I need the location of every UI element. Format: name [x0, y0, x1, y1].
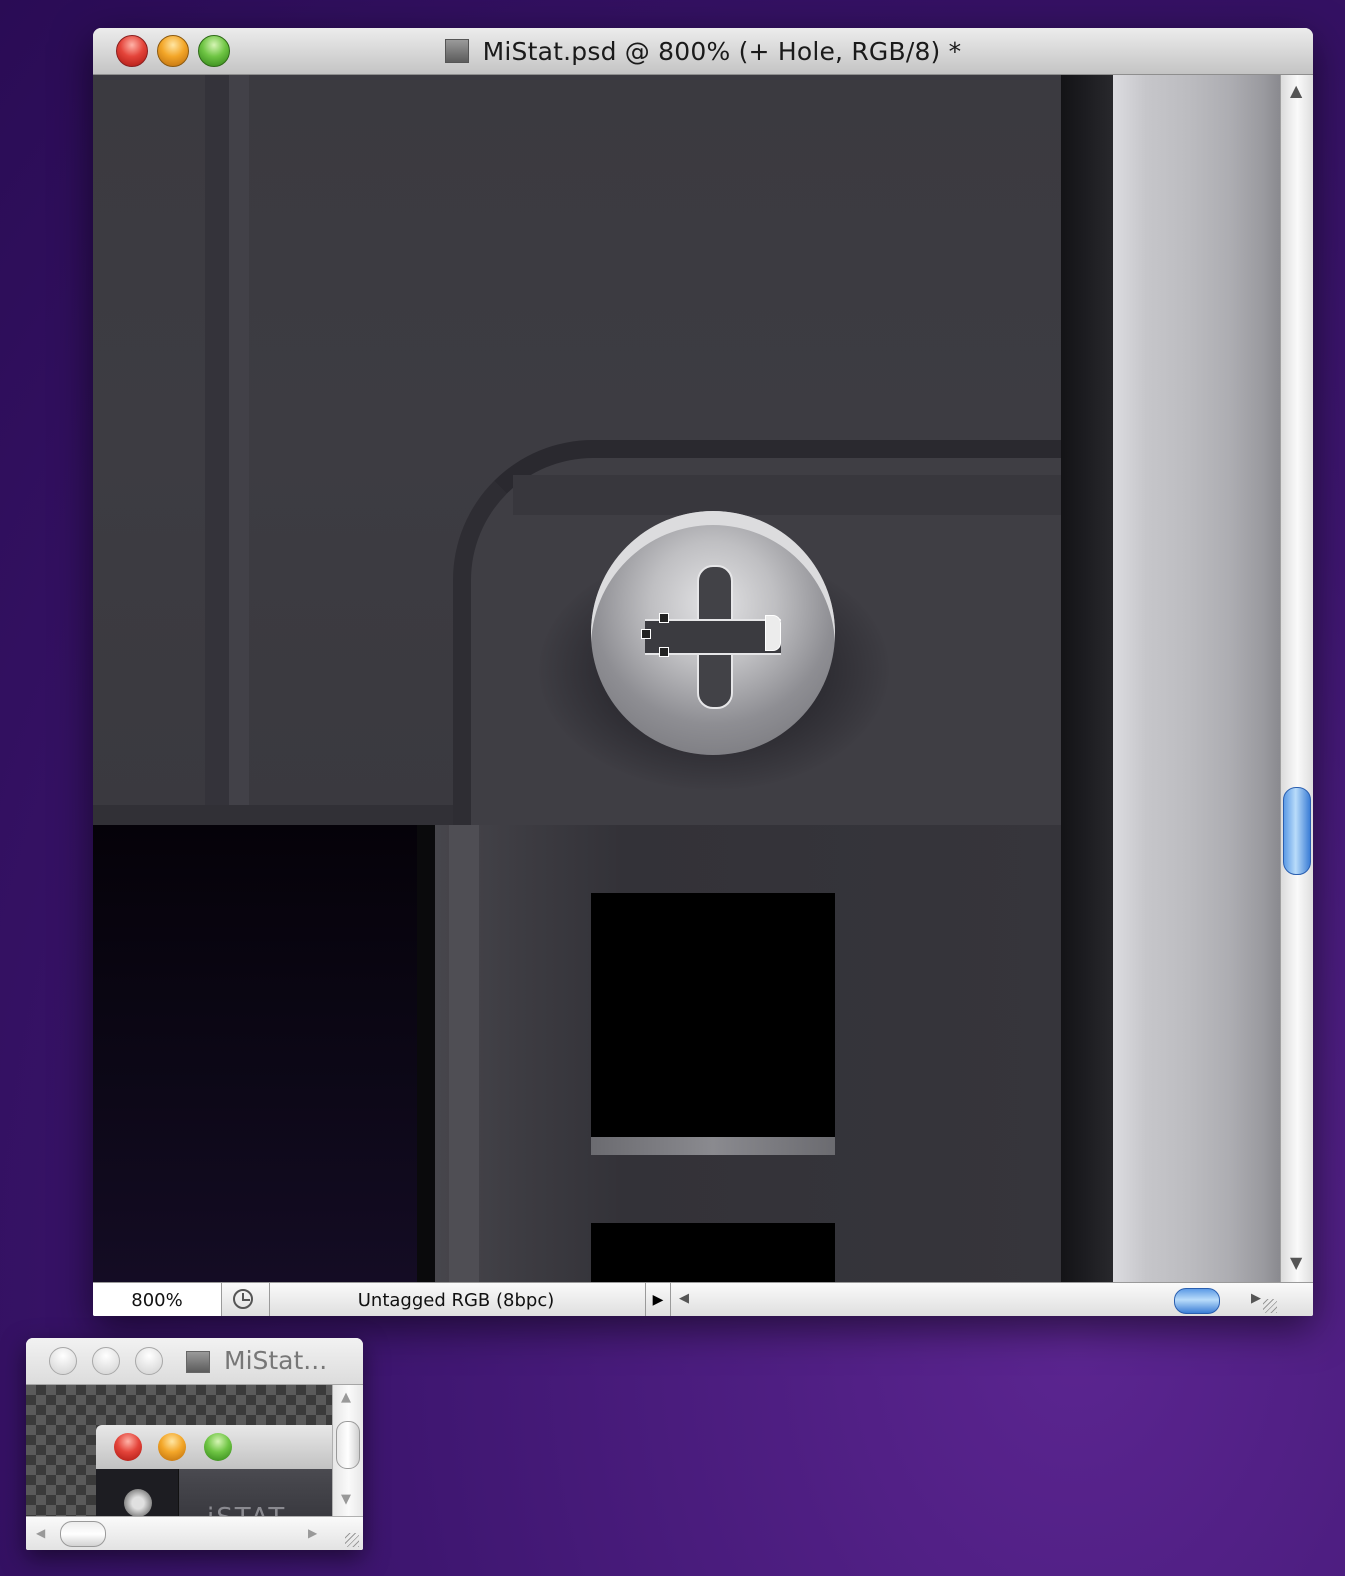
vertical-scrollbar[interactable]: ▲ ▼ — [1280, 75, 1313, 1282]
embedded-titlebar — [96, 1425, 332, 1469]
small-horizontal-scroll-thumb[interactable] — [60, 1521, 106, 1547]
window-title-wrap: MiStat.psd @ 800% (+ Hole, RGB/8) * — [93, 28, 1313, 74]
dark-divider — [417, 825, 435, 1282]
lower-panel-stripe — [449, 825, 479, 1282]
scroll-left-icon[interactable]: ◀ — [679, 1292, 689, 1305]
scroll-right-icon[interactable]: ▶ — [308, 1527, 317, 1539]
small-horizontal-scrollbar[interactable]: ◀ ▶ — [26, 1516, 363, 1550]
right-bevel-panel — [1113, 75, 1280, 1282]
close-icon — [114, 1433, 142, 1461]
psd-document-icon[interactable] — [186, 1351, 210, 1373]
clock-icon[interactable] — [233, 1289, 253, 1309]
left-stripe-dark — [205, 75, 229, 815]
embedded-body: iSTAT — [96, 1469, 332, 1516]
small-vertical-scrollbar[interactable]: ▲ ▼ — [332, 1385, 363, 1516]
screw-icon — [124, 1489, 152, 1516]
path-anchor-point[interactable] — [641, 629, 651, 639]
close-button[interactable] — [49, 1347, 77, 1375]
psd-document-icon[interactable] — [444, 39, 469, 63]
zoom-button[interactable] — [135, 1347, 163, 1375]
scroll-down-icon[interactable]: ▼ — [1290, 1255, 1302, 1271]
inactive-document-window[interactable]: MiStat... iSTAT ▲ ▼ ◀ ▶ — [26, 1338, 363, 1550]
embedded-tab-label: iSTAT — [207, 1503, 286, 1516]
scroll-up-icon[interactable]: ▲ — [341, 1391, 351, 1404]
scroll-left-icon[interactable]: ◀ — [36, 1527, 45, 1539]
resize-grip-icon[interactable] — [345, 1533, 359, 1547]
vertical-scroll-thumb[interactable] — [1283, 787, 1311, 875]
black-slot-lower — [591, 1223, 835, 1282]
black-slot-upper — [591, 893, 835, 1137]
scroll-right-icon[interactable]: ▶ — [1251, 1292, 1261, 1305]
horizontal-scroll-thumb[interactable] — [1174, 1288, 1220, 1314]
minimize-icon — [158, 1433, 186, 1461]
path-anchor-point[interactable] — [659, 613, 669, 623]
embedded-window-preview: iSTAT — [96, 1425, 332, 1516]
photoshop-document-window: MiStat.psd @ 800% (+ Hole, RGB/8) * ▲ ▼ … — [93, 28, 1313, 1316]
recess-highlight — [513, 475, 1061, 515]
right-dark-edge — [1061, 75, 1113, 1282]
scroll-down-icon[interactable]: ▼ — [341, 1493, 351, 1506]
small-window-title: MiStat... — [224, 1346, 328, 1375]
scroll-up-icon[interactable]: ▲ — [1290, 83, 1302, 99]
document-canvas[interactable] — [93, 75, 1280, 1282]
zoom-icon — [204, 1433, 232, 1461]
status-menu-arrow-icon[interactable]: ▶ — [645, 1283, 671, 1316]
embedded-tab: iSTAT — [178, 1469, 332, 1516]
zoom-level-field[interactable]: 800% — [93, 1283, 222, 1316]
path-anchor-point[interactable] — [765, 615, 781, 651]
small-window-titlebar[interactable]: MiStat... — [26, 1338, 363, 1385]
color-profile-label: Untagged RGB (8bpc) — [357, 1289, 555, 1311]
minimize-button[interactable] — [92, 1347, 120, 1375]
window-title: MiStat.psd @ 800% (+ Hole, RGB/8) * — [482, 36, 962, 66]
dark-lower-left — [93, 825, 433, 1282]
slot-ledge — [591, 1137, 835, 1155]
status-bar: 800% Untagged RGB (8bpc) ▶ ◀ ▶ — [93, 1282, 1313, 1316]
horizontal-scrollbar[interactable]: ◀ ▶ — [671, 1283, 1281, 1316]
left-stripe-light — [229, 75, 249, 815]
small-vertical-scroll-thumb[interactable] — [336, 1421, 360, 1469]
path-anchor-point[interactable] — [659, 647, 669, 657]
window-titlebar[interactable]: MiStat.psd @ 800% (+ Hole, RGB/8) * — [93, 28, 1313, 75]
resize-grip-icon[interactable] — [1263, 1299, 1277, 1313]
small-document-canvas[interactable]: iSTAT — [26, 1385, 332, 1516]
